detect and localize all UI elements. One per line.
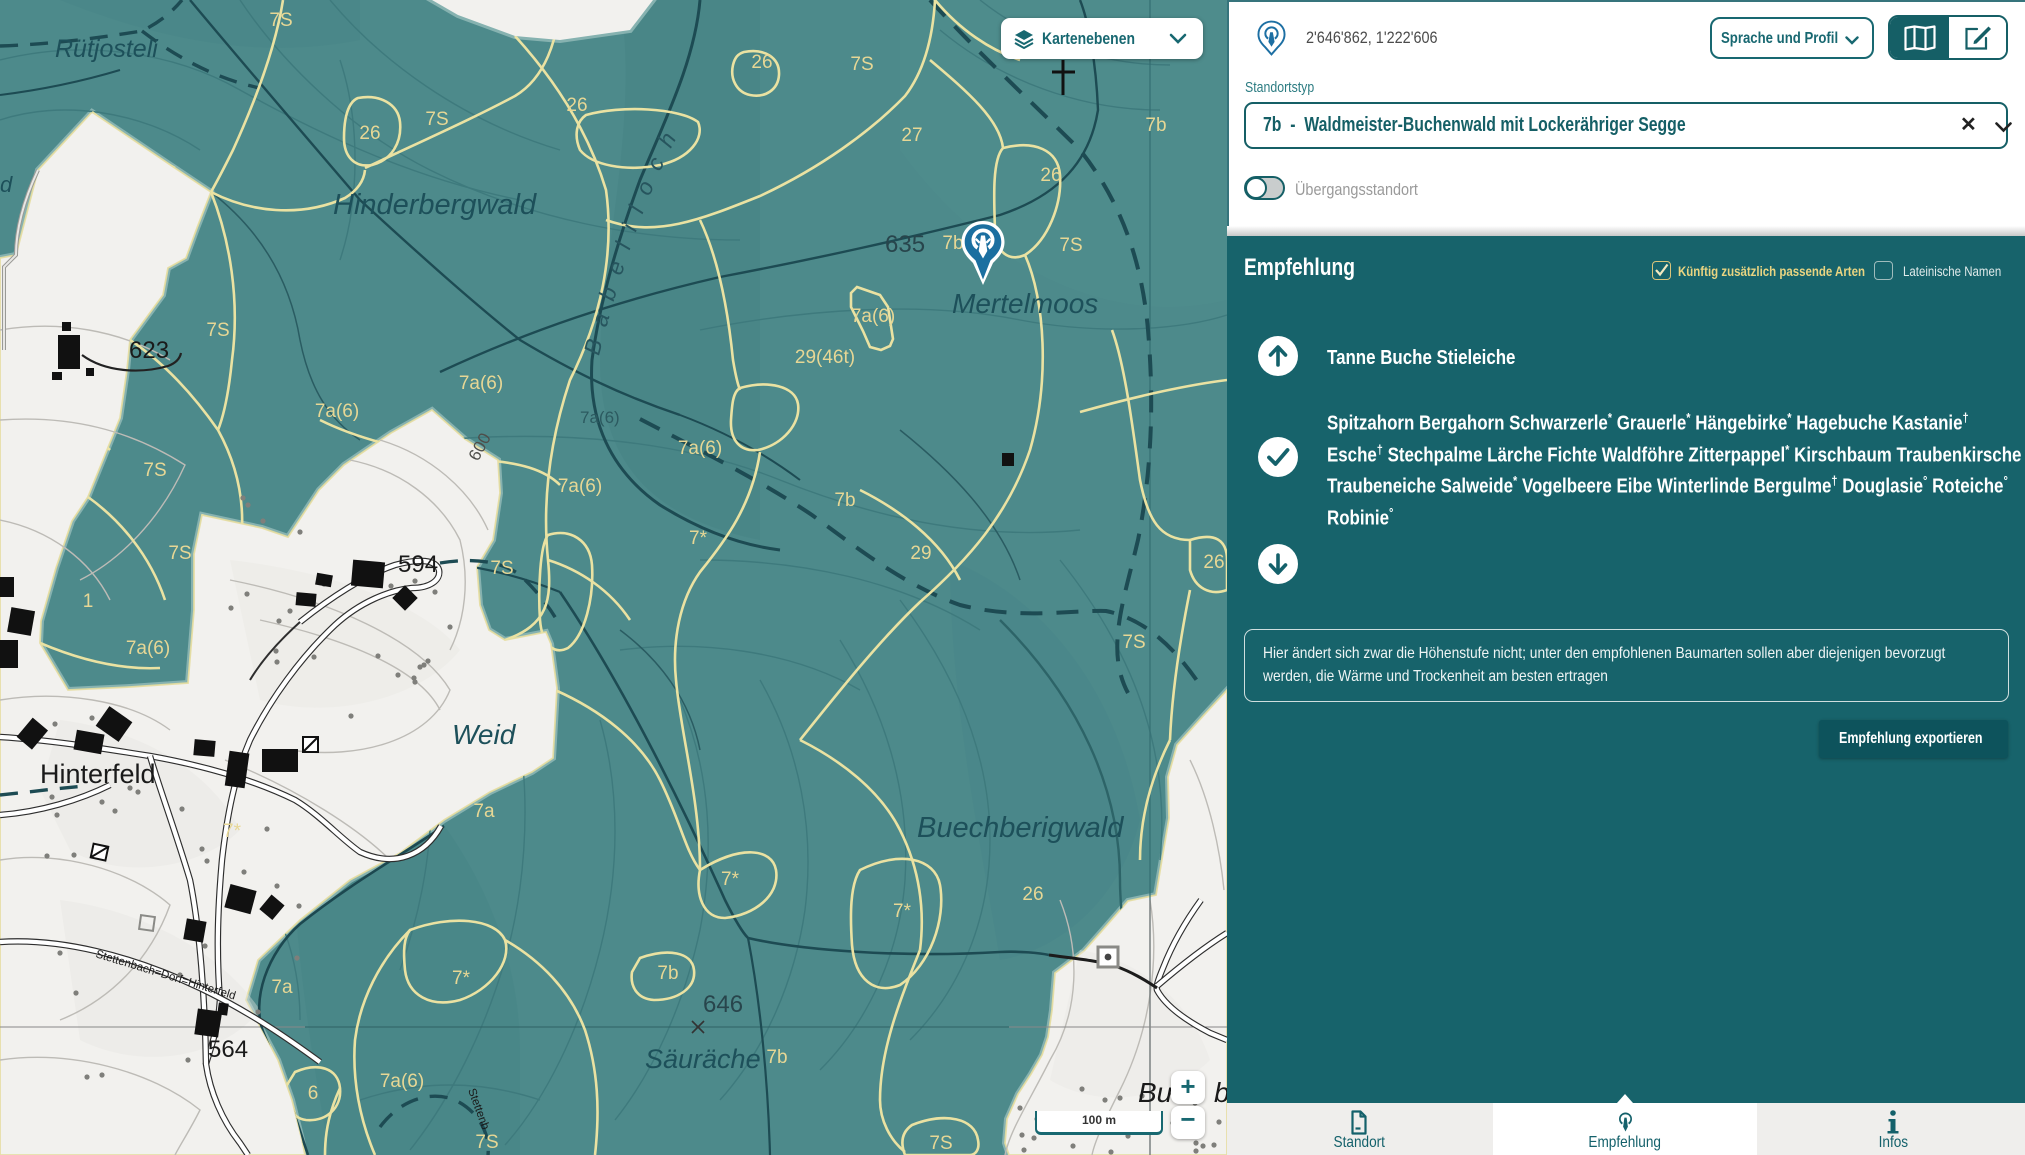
svg-text:7S: 7S (1059, 235, 1082, 256)
svg-text:7b: 7b (1145, 115, 1166, 136)
svg-text:7b: 7b (657, 963, 678, 984)
svg-text:29: 29 (910, 543, 931, 564)
svg-text:7a(6): 7a(6) (678, 438, 722, 459)
svg-text:7*: 7* (721, 869, 740, 890)
svg-text:7*: 7* (893, 901, 912, 922)
svg-text:29(46t): 29(46t) (795, 347, 855, 368)
svg-text:Weid: Weid (452, 719, 517, 750)
svg-text:26: 26 (359, 123, 380, 144)
svg-text:27: 27 (901, 125, 922, 146)
svg-text:26: 26 (1040, 165, 1061, 186)
svg-text:7S: 7S (929, 1133, 952, 1154)
svg-text:7a(6): 7a(6) (558, 476, 602, 497)
svg-text:594: 594 (398, 551, 438, 578)
svg-text:7S: 7S (850, 54, 873, 75)
svg-text:7a(6): 7a(6) (315, 401, 359, 422)
svg-text:b: b (1214, 1077, 1227, 1108)
svg-text:7*: 7* (452, 968, 471, 989)
svg-text:7S: 7S (168, 543, 191, 564)
svg-text:7S: 7S (143, 460, 166, 481)
svg-text:7S: 7S (475, 1132, 498, 1153)
svg-text:7b: 7b (942, 233, 963, 254)
svg-text:26: 26 (751, 52, 772, 73)
svg-text:7a: 7a (271, 977, 293, 998)
svg-text:646: 646 (703, 991, 743, 1018)
svg-text:564: 564 (208, 1036, 248, 1063)
svg-text:Buechberigwald: Buechberigwald (917, 812, 1124, 844)
svg-text:Säuräche: Säuräche (645, 1044, 761, 1074)
svg-text:7S: 7S (269, 10, 292, 31)
svg-text:Rütjosteli: Rütjosteli (55, 35, 159, 63)
svg-text:6: 6 (308, 1083, 319, 1104)
svg-text:26: 26 (566, 95, 587, 116)
svg-text:Hinterfeld: Hinterfeld (40, 759, 156, 789)
svg-text:7*: 7* (223, 821, 242, 842)
svg-text:26: 26 (1022, 884, 1043, 905)
svg-text:7a: 7a (473, 801, 495, 822)
svg-text:623: 623 (129, 337, 169, 364)
svg-text:d: d (0, 172, 13, 197)
svg-text:7S: 7S (206, 320, 229, 341)
svg-text:7*: 7* (689, 528, 708, 549)
svg-text:1: 1 (83, 591, 94, 612)
svg-text:7a(6): 7a(6) (580, 408, 620, 427)
svg-text:7b: 7b (834, 490, 855, 511)
svg-text:7S: 7S (490, 558, 513, 579)
svg-text:635: 635 (885, 231, 925, 258)
svg-text:Mertelmoos: Mertelmoos (952, 288, 1098, 319)
svg-text:7a(6): 7a(6) (126, 638, 170, 659)
svg-text:7S: 7S (425, 109, 448, 130)
svg-text:7a(6): 7a(6) (851, 306, 895, 327)
svg-text:7a(6): 7a(6) (459, 373, 503, 394)
svg-text:Bu: Bu (1138, 1077, 1173, 1108)
svg-text:Hinderbergwald: Hinderbergwald (333, 189, 537, 221)
svg-text:7b: 7b (766, 1047, 787, 1068)
svg-text:7a(6): 7a(6) (380, 1071, 424, 1092)
svg-text:7S: 7S (1122, 632, 1145, 653)
svg-text:26: 26 (1203, 552, 1224, 573)
